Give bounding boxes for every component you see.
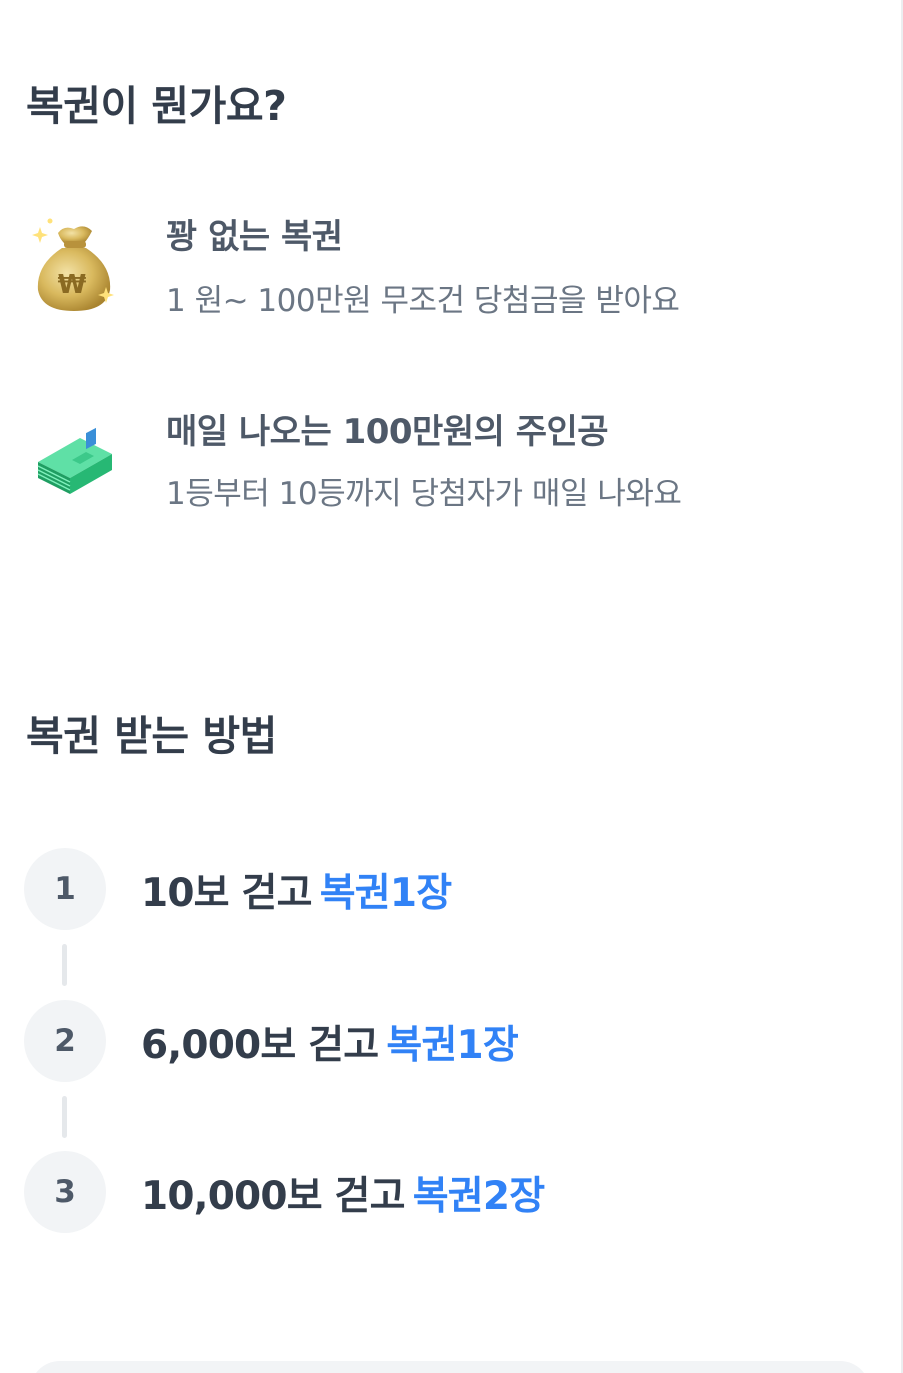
step-connector (62, 944, 67, 986)
step-item: 2 6,000보 걷고 복권1장 (0, 1000, 903, 1082)
step-text: 6,000보 걷고 복권1장 (141, 1014, 519, 1070)
feature-description: 1등부터 10등까지 당첨자가 매일 나와요 (166, 476, 682, 512)
step-item: 1 10보 걷고 복권1장 (0, 848, 903, 930)
bottom-card[interactable] (30, 1361, 870, 1373)
step-condition: 6,000보 걷고 (141, 1023, 379, 1068)
step-reward: 복권1장 (319, 871, 452, 916)
step-reward: 복권2장 (412, 1174, 545, 1219)
money-bag-icon: ₩ (32, 218, 114, 311)
step-text: 10보 걷고 복권1장 (141, 862, 452, 918)
feature-daily-winner: 매일 나오는 100만원의 주인공 1등부터 10등까지 당첨자가 매일 나와요 (0, 400, 903, 512)
step-text: 10,000보 걷고 복권2장 (141, 1165, 545, 1221)
step-connector (62, 1096, 67, 1138)
step-number-badge: 2 (24, 1000, 106, 1082)
lottery-info-page: 복권이 뭔가요? ₩ 꽝 없는 복권 1 원~ 100만원 무조건 당첨금을 받… (0, 0, 903, 1373)
step-reward: 복권1장 (386, 1023, 518, 1068)
feature-name: 매일 나오는 100만원의 주인공 (166, 412, 609, 452)
step-item: 3 10,000보 걷고 복권2장 (0, 1151, 903, 1233)
step-condition: 10,000보 걷고 (141, 1174, 406, 1219)
svg-text:₩: ₩ (58, 270, 87, 300)
step-number-badge: 3 (24, 1151, 106, 1233)
feature-description: 1 원~ 100만원 무조건 당첨금을 받아요 (166, 283, 680, 319)
what-is-lottery-title: 복권이 뭔가요? (26, 82, 287, 130)
cash-stack-icon (37, 427, 112, 494)
feature-name: 꽝 없는 복권 (166, 217, 343, 257)
step-condition: 10보 걷고 (141, 871, 313, 916)
step-number-badge: 1 (24, 848, 106, 930)
how-to-get-title: 복권 받는 방법 (26, 712, 277, 760)
feature-no-blank: ₩ 꽝 없는 복권 1 원~ 100만원 무조건 당첨금을 받아요 (0, 205, 903, 319)
